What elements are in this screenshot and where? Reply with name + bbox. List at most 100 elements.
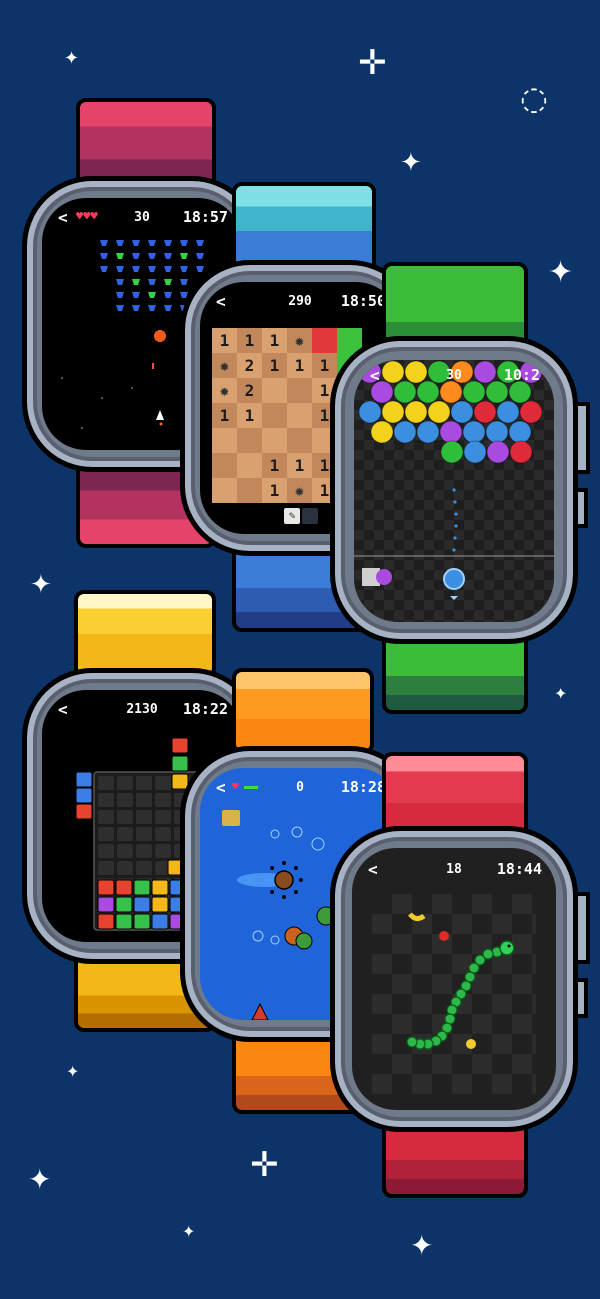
app-screenshot: ✦ ✛ ◌ ✦ ✦ ✦ ✦ ✦ ✦ ✛ ✦ ✦ < ♥♥♥ 30 18:57 <…: [0, 0, 600, 1299]
invader-ship: [148, 266, 156, 272]
sparkle-icon: ✦: [182, 1222, 196, 1241]
mine-cell[interactable]: 1: [262, 453, 287, 478]
flag-icon[interactable]: [302, 508, 318, 524]
mine-cell[interactable]: 1: [262, 478, 287, 503]
mine-cell[interactable]: [262, 428, 287, 453]
mine-cell[interactable]: 1: [287, 453, 312, 478]
mine-cell[interactable]: [287, 403, 312, 428]
mine-cell[interactable]: [237, 428, 262, 453]
invader-ship: [132, 279, 140, 285]
mine-cell[interactable]: [212, 428, 237, 453]
mine-cell[interactable]: 1: [212, 328, 237, 353]
watch-bubble-shooter[interactable]: < 30 10:2: [330, 262, 600, 714]
bubble: [427, 400, 451, 424]
block-piece: [115, 879, 133, 896]
score-label: 30: [446, 368, 462, 383]
invader-ship: [164, 305, 172, 311]
invader-ship: [100, 240, 108, 246]
score-label: 290: [288, 294, 312, 309]
mine-cell[interactable]: 1: [262, 328, 287, 353]
score-label: 0: [296, 780, 304, 795]
sparkle-icon: ✛: [250, 1145, 279, 1185]
invader-ship: [116, 305, 124, 311]
invader-ship: [148, 305, 156, 311]
block-piece: [133, 896, 151, 913]
back-chevron-icon[interactable]: <: [370, 366, 380, 385]
mine-cell[interactable]: [262, 403, 287, 428]
bubble: [486, 440, 510, 464]
shovel-icon[interactable]: ✎: [284, 508, 300, 524]
watch-band-top: [232, 668, 374, 754]
bubble: [416, 420, 440, 444]
game-screen-bubbles: < 30 10:2: [354, 360, 554, 622]
bubble: [462, 420, 486, 444]
mine-icon[interactable]: ✹: [212, 353, 237, 378]
bubble: [519, 400, 543, 424]
watch-side-button[interactable]: [574, 488, 588, 528]
mine-cell[interactable]: [237, 478, 262, 503]
back-chevron-icon[interactable]: <: [216, 292, 226, 311]
sparkle-icon: ✦: [410, 1229, 434, 1262]
watch-crown[interactable]: [574, 402, 590, 474]
bubble-field[interactable]: [354, 360, 554, 622]
back-chevron-icon[interactable]: <: [216, 778, 226, 797]
block-piece: [151, 913, 169, 930]
watch-side-button[interactable]: [574, 978, 588, 1018]
mine-cell[interactable]: 1: [212, 403, 237, 428]
bubble: [439, 420, 463, 444]
invader-ship: [132, 266, 140, 272]
bubble: [440, 440, 464, 464]
invader-ship: [132, 240, 140, 246]
mine-cell[interactable]: [237, 453, 262, 478]
invader-ship: [116, 292, 124, 298]
mine-icon[interactable]: ✹: [212, 378, 237, 403]
invader-ship: [132, 292, 140, 298]
block-piece: [97, 896, 115, 913]
sparkle-icon: ✦: [66, 1062, 80, 1081]
score-label: 18: [446, 862, 462, 877]
mine-cell[interactable]: [262, 378, 287, 403]
invader-ship: [148, 240, 156, 246]
watch-band-top: [232, 182, 376, 272]
mine-cell[interactable]: 1: [237, 403, 262, 428]
mine-cell[interactable]: [212, 453, 237, 478]
bubble: [509, 440, 533, 464]
mine-cell[interactable]: 1: [262, 353, 287, 378]
invader-ship: [132, 253, 140, 259]
snake-segment: [446, 1004, 458, 1016]
sparkle-icon: ✦: [400, 148, 422, 178]
invader-ship: [148, 279, 156, 285]
bubble: [370, 420, 394, 444]
mine-cell[interactable]: 1: [287, 353, 312, 378]
clock-time: 18:44: [496, 860, 542, 878]
back-chevron-icon[interactable]: <: [368, 860, 378, 879]
block-piece: [115, 913, 133, 930]
bubble: [358, 400, 382, 424]
block-piece: [75, 803, 93, 820]
invader-ship: [164, 240, 172, 246]
watch-crown[interactable]: [574, 892, 590, 964]
snake-field[interactable]: [352, 848, 556, 1110]
heart-icon: ♥: [232, 780, 239, 793]
mine-icon[interactable]: ✹: [287, 328, 312, 353]
bubble: [450, 400, 474, 424]
invader-ship: [116, 240, 124, 246]
mine-cell[interactable]: 1: [237, 328, 262, 353]
block-piece: [97, 913, 115, 930]
invader-ship: [164, 266, 172, 272]
bubble: [463, 440, 487, 464]
invader-ship: [116, 279, 124, 285]
watch-snake-game[interactable]: < 18 18:44: [330, 752, 600, 1202]
mine-cell[interactable]: [287, 378, 312, 403]
bubble: [485, 420, 509, 444]
invader-ship: [100, 266, 108, 272]
block-piece: [75, 787, 93, 804]
mine-icon[interactable]: ✹: [287, 478, 312, 503]
mine-cell[interactable]: [287, 428, 312, 453]
mine-cell[interactable]: 2: [237, 378, 262, 403]
invader-ship: [148, 292, 156, 298]
invader-ship: [116, 266, 124, 272]
invader-ship: [164, 292, 172, 298]
mine-cell[interactable]: 2: [237, 353, 262, 378]
mine-cell[interactable]: [212, 478, 237, 503]
